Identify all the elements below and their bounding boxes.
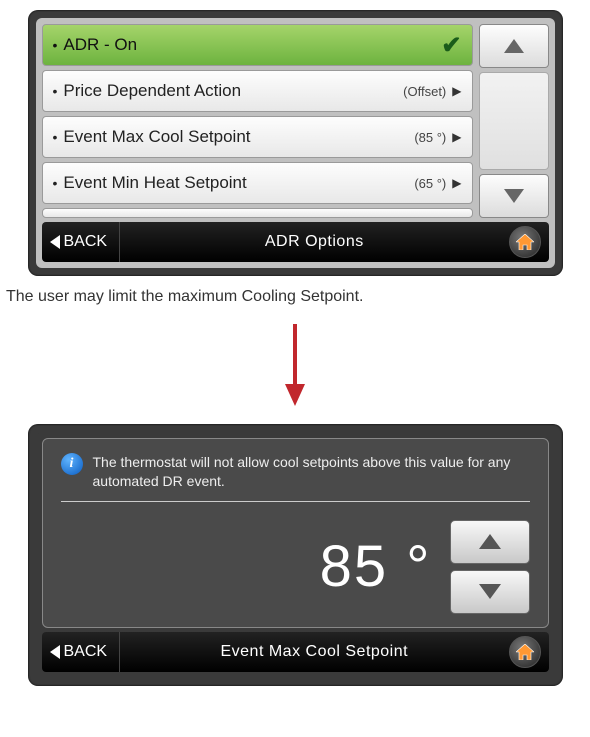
chevron-left-icon: [50, 645, 60, 659]
chevron-up-icon: [504, 39, 524, 53]
check-icon: ✔: [441, 31, 461, 60]
bottom-bar: BACK Event Max Cool Setpoint: [42, 632, 549, 672]
chevron-right-icon: ▶: [452, 84, 461, 98]
scroll-track[interactable]: [479, 72, 549, 170]
decrease-button[interactable]: [450, 570, 530, 614]
chevron-down-icon: [504, 189, 524, 203]
screen-title: Event Max Cool Setpoint: [120, 643, 508, 661]
back-label: BACK: [64, 233, 108, 251]
home-button[interactable]: [509, 636, 541, 668]
option-event-max-cool-setpoint[interactable]: • Event Max Cool Setpoint (85 °) ▶: [42, 116, 473, 158]
option-label: Event Max Cool Setpoint: [63, 127, 414, 147]
chevron-left-icon: [50, 235, 60, 249]
screen-content: i The thermostat will not allow cool set…: [36, 432, 555, 678]
screen-content: • ADR - On ✔ • Price Dependent Action (O…: [36, 18, 555, 268]
bullet-icon: •: [53, 37, 58, 53]
value-row: 85 °: [61, 520, 530, 614]
option-adr-on[interactable]: • ADR - On ✔: [42, 24, 473, 66]
event-max-cool-setpoint-screen: i The thermostat will not allow cool set…: [28, 424, 563, 686]
home-icon: [516, 234, 534, 250]
adr-options-screen: • ADR - On ✔ • Price Dependent Action (O…: [28, 10, 563, 276]
home-icon: [516, 644, 534, 660]
screen-title: ADR Options: [120, 233, 508, 251]
option-value: (85 °): [414, 130, 446, 145]
bullet-icon: •: [53, 83, 58, 99]
back-label: BACK: [64, 643, 108, 661]
increase-button[interactable]: [450, 520, 530, 564]
flow-arrow: [0, 324, 590, 406]
option-event-min-heat-setpoint[interactable]: • Event Min Heat Setpoint (65 °) ▶: [42, 162, 473, 204]
value-stepper: [450, 520, 530, 614]
scroll-down-button[interactable]: [479, 174, 549, 218]
arrow-down-icon: [283, 324, 307, 406]
option-label: ADR - On: [63, 35, 441, 55]
chevron-right-icon: ▶: [452, 130, 461, 144]
info-icon: i: [61, 453, 83, 475]
caption-text: The user may limit the maximum Cooling S…: [6, 288, 590, 306]
detail-panel: i The thermostat will not allow cool set…: [42, 438, 549, 628]
option-value: (65 °): [414, 176, 446, 191]
scroll-up-button[interactable]: [479, 24, 549, 68]
options-list: • ADR - On ✔ • Price Dependent Action (O…: [42, 24, 473, 218]
bottom-bar: BACK ADR Options: [42, 222, 549, 262]
bullet-icon: •: [53, 175, 58, 191]
chevron-right-icon: ▶: [452, 176, 461, 190]
info-text: The thermostat will not allow cool setpo…: [93, 453, 530, 491]
chevron-up-icon: [479, 534, 501, 549]
back-button[interactable]: BACK: [50, 222, 121, 262]
back-button[interactable]: BACK: [50, 632, 121, 672]
bullet-icon: •: [53, 129, 58, 145]
scrollbar: [479, 24, 549, 218]
chevron-down-icon: [479, 584, 501, 599]
option-value: (Offset): [403, 84, 446, 99]
option-label: Price Dependent Action: [63, 81, 403, 101]
list-overflow-indicator: [42, 208, 473, 218]
option-price-dependent-action[interactable]: • Price Dependent Action (Offset) ▶: [42, 70, 473, 112]
setpoint-value: 85 °: [320, 533, 432, 600]
option-label: Event Min Heat Setpoint: [63, 173, 414, 193]
home-button[interactable]: [509, 226, 541, 258]
info-row: i The thermostat will not allow cool set…: [61, 453, 530, 502]
